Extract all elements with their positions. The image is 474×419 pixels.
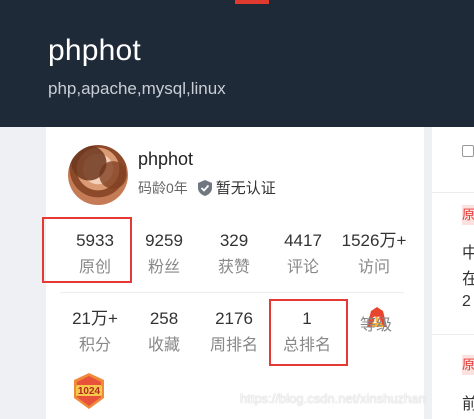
blog-header: phphot php,apache,mysql,linux [0,0,474,127]
stat-visits[interactable]: 1526万+ 访问 [336,231,412,278]
stat-level[interactable]: 等级 [344,309,408,336]
certification-label: 暂无认证 [215,180,276,197]
badge-1024-label: 1024 [78,386,101,397]
stat-points[interactable]: 21万+ 积分 [63,309,127,356]
profile-username[interactable]: phphot [138,149,193,170]
stat-weekly-rank-value: 2176 [215,309,253,328]
stat-likes-value: 329 [219,231,249,250]
stat-weekly-rank[interactable]: 2176 周排名 [202,309,266,356]
right-text-line: 2 [462,293,471,310]
highlight-original [42,217,132,283]
right-text-line[interactable]: 前 [462,390,474,414]
avatar[interactable] [68,145,128,205]
blog-title[interactable]: phphot [48,34,141,68]
stat-visits-value: 1526万+ [341,231,407,250]
stat-weekly-rank-label: 周排名 [209,337,258,354]
stat-comments-value: 4417 [284,231,322,250]
stat-points-value: 21万+ [72,309,118,328]
checkbox[interactable] [462,145,474,157]
stat-level-label: 等级 [359,317,392,334]
stats-divider [60,292,404,293]
blog-subtitle: php,apache,mysql,linux [48,79,226,98]
stat-comments[interactable]: 4417 评论 [271,231,335,278]
stat-likes-label: 获赞 [217,259,250,276]
stat-fans[interactable]: 9259 粉丝 [132,231,196,278]
right-divider [432,192,474,193]
stat-comments-label: 评论 [286,259,319,276]
watermark: https://blog.csdn.net/xinshuzhan [240,391,426,406]
stat-favorites[interactable]: 258 收藏 [132,309,196,356]
stat-points-label: 积分 [78,337,111,354]
stat-fans-value: 9259 [145,231,183,250]
stat-favorites-label: 收藏 [147,337,180,354]
original-tag: 原 [462,205,474,225]
stat-likes[interactable]: 329 获赞 [202,231,266,278]
profile-meta: 码龄0年 暂无认证 [138,177,276,198]
top-accent-bar [235,0,269,4]
highlight-total-rank [269,299,348,366]
stat-visits-label: 访问 [357,259,390,276]
certification-status[interactable]: 暂无认证 [197,177,276,198]
shield-check-icon [197,179,212,196]
stat-favorites-value: 258 [149,309,179,328]
original-tag: 原 [462,355,474,375]
right-text-line[interactable]: 中 [462,239,474,263]
right-divider [432,334,474,335]
code-age: 码龄0年 [138,179,188,196]
badge-1024-icon[interactable]: 1024 [70,372,108,410]
stat-fans-label: 粉丝 [147,259,180,276]
right-text-line[interactable]: 在 [462,265,474,289]
